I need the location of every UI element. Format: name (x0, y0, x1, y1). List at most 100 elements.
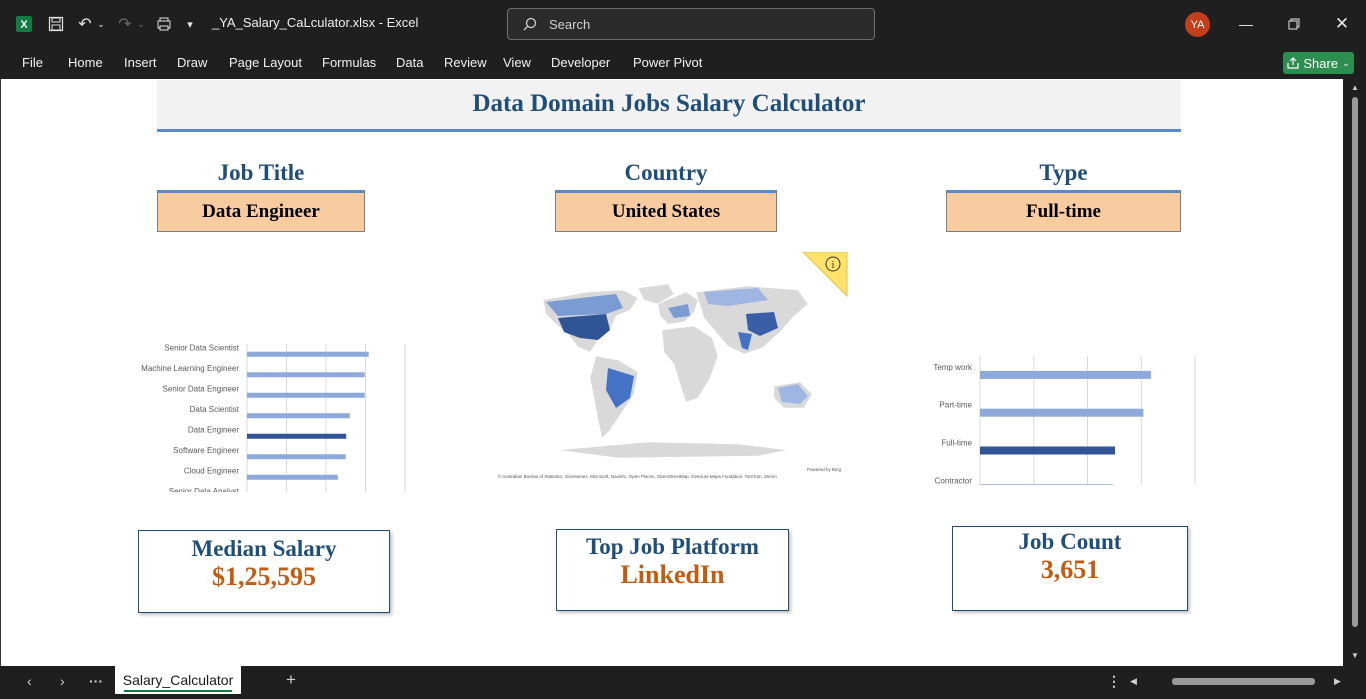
share-label: Share (1303, 55, 1339, 71)
menu-developer[interactable]: Developer (551, 55, 610, 70)
scroll-left-icon[interactable]: ◀ (1130, 676, 1137, 687)
job-count-card: Job Count 3,651 (952, 526, 1188, 611)
dashboard-banner: Data Domain Jobs Salary Calculator (157, 80, 1181, 132)
window-title: _YA_Salary_CaLculator.xlsx - Excel (212, 15, 419, 30)
job-title-label: Job Title (217, 160, 305, 185)
sheet-tab-label: Salary_Calculator (122, 672, 234, 688)
job-title-select[interactable]: Data Engineer (157, 190, 365, 232)
menu-data[interactable]: Data (396, 55, 423, 70)
share-button[interactable]: Share ⌄ (1283, 52, 1354, 74)
dashboard-title: Data Domain Jobs Salary Calculator (472, 90, 866, 117)
app-name: Excel (386, 15, 419, 30)
job-type-chart-category-label: Temp work (933, 363, 973, 372)
restore-icon[interactable] (1282, 12, 1306, 36)
add-sheet-icon[interactable]: + (286, 670, 296, 690)
type-select[interactable]: Full-time (946, 190, 1181, 232)
chevron-down-icon: ⌄ (1342, 57, 1350, 68)
median-salary-label: Median Salary (191, 536, 337, 561)
minimize-icon[interactable]: — (1234, 12, 1258, 36)
redo-dropdown-icon[interactable]: ⌄ (136, 12, 146, 36)
file-name: _YA_Salary_CaLculator.xlsx (212, 15, 376, 30)
job-title-chart-category-label: Machine Learning Engineer (141, 364, 239, 373)
menu-view[interactable]: View (503, 55, 531, 70)
redo-icon[interactable]: ↷ (115, 12, 135, 36)
job-title-chart-bar[interactable] (247, 413, 350, 419)
active-tab-indicator (124, 690, 232, 692)
job-title-chart-category-label: Senior Data Analyst (169, 487, 240, 492)
job-type-chart-bar[interactable] (980, 370, 1151, 379)
type-label: Type (1039, 160, 1088, 185)
save-icon[interactable] (46, 12, 66, 36)
map-info-badge[interactable] (802, 252, 848, 298)
menu-home[interactable]: Home (68, 55, 103, 70)
job-title-chart-bar[interactable] (247, 392, 365, 398)
usa-region (558, 314, 610, 340)
top-platform-label: Top Job Platform (586, 534, 759, 559)
info-icon-glyph: i (832, 260, 835, 271)
country-map-chart[interactable]: i Powered by Bing © Australian Bureau of… (498, 252, 848, 484)
vertical-scroll-thumb[interactable] (1352, 97, 1358, 627)
africa-region (661, 325, 719, 403)
scroll-up-icon[interactable]: ▲ (1351, 83, 1359, 92)
job-title-chart-category-label: Data Scientist (190, 405, 240, 414)
more-sheets-icon[interactable]: ··· (89, 673, 103, 689)
close-icon[interactable]: ✕ (1330, 12, 1354, 36)
job-title-chart-bar[interactable] (247, 351, 369, 357)
next-sheet-icon[interactable]: › (60, 673, 65, 689)
menu-formulas[interactable]: Formulas (322, 55, 376, 70)
job-title-chart-bar[interactable] (247, 433, 347, 439)
vertical-scrollbar[interactable]: ▲ ▼ (1343, 79, 1366, 666)
excel-logo-icon: X (14, 12, 34, 36)
map-credit-sources: © Australian Bureau of Statistics, GeoNa… (498, 473, 777, 479)
job-type-chart-bar[interactable] (980, 484, 1114, 485)
country-label: Country (624, 160, 708, 185)
job-title-chart-category-label: Senior Data Engineer (163, 384, 240, 393)
undo-dropdown-icon[interactable]: ⌄ (96, 12, 106, 36)
antarctica-region (557, 441, 789, 459)
job-title-chart-bar[interactable] (247, 454, 346, 460)
search-box[interactable]: Search (507, 8, 875, 40)
job-title-chart-bar[interactable] (247, 474, 338, 480)
horizontal-scroll-thumb[interactable] (1172, 678, 1315, 685)
job-type-chart-category-label: Full-time (941, 439, 972, 448)
previous-sheet-icon[interactable]: ‹ (27, 673, 32, 689)
menu-draw[interactable]: Draw (177, 55, 207, 70)
job-count-value: 3,651 (1040, 555, 1100, 584)
job-title-chart-category-label: Senior Data Scientist (164, 343, 239, 352)
scroll-right-icon[interactable]: ▶ (1334, 676, 1341, 687)
job-type-chart-category-label: Part-time (940, 401, 973, 410)
title-bar: X ↶ ⌄ ↷ ⌄ ▾ _YA_Salary_CaLculator.xlsx -… (0, 0, 1366, 48)
job-count-label: Job Count (1018, 529, 1122, 554)
search-placeholder: Search (549, 17, 591, 32)
menu-review[interactable]: Review (444, 55, 487, 70)
job-title-chart-category-label: Data Engineer (188, 425, 239, 434)
search-icon (523, 17, 537, 31)
share-icon (1287, 57, 1299, 69)
job-type-chart-bar[interactable] (980, 446, 1116, 455)
job-type-salary-chart[interactable]: $0K$50K$100K$150K$200KTemp workPart-time… (911, 265, 1231, 485)
menu-file[interactable]: File (22, 55, 43, 70)
customize-toolbar-icon[interactable]: ▾ (182, 12, 198, 36)
job-type-chart-category-label: Contractor (935, 476, 973, 485)
top-platform-card: Top Job Platform LinkedIn (556, 529, 789, 611)
scroll-down-icon[interactable]: ▼ (1351, 651, 1359, 660)
worksheet-canvas[interactable]: Data Domain Jobs Salary Calculator Job T… (0, 79, 1343, 666)
job-title-chart-category-label: Cloud Engineer (184, 466, 239, 475)
map-credit-bing: Powered by Bing (807, 467, 842, 472)
more-options-icon[interactable]: ⋮ (1107, 673, 1121, 690)
job-type-chart-bar[interactable] (980, 408, 1144, 417)
print-preview-icon[interactable] (154, 12, 174, 36)
job-title-chart-bar[interactable] (247, 372, 365, 378)
menu-power-pivot[interactable]: Power Pivot (633, 55, 702, 70)
user-avatar[interactable]: YA (1185, 12, 1210, 37)
median-salary-value: $1,25,595 (212, 562, 316, 591)
job-title-chart-category-label: Software Engineer (173, 446, 239, 455)
undo-icon[interactable]: ↶ (75, 12, 95, 36)
job-title-salary-chart[interactable]: $0K$50K$100K$150K$200KSenior Data Scient… (121, 257, 431, 492)
svg-text:X: X (20, 19, 28, 31)
median-salary-card: Median Salary $1,25,595 (138, 530, 390, 613)
menu-page-layout[interactable]: Page Layout (229, 55, 302, 70)
menu-insert[interactable]: Insert (124, 55, 157, 70)
country-select[interactable]: United States (555, 190, 777, 232)
ribbon-menu: File Home Insert Draw Page Layout Formul… (0, 48, 1366, 79)
